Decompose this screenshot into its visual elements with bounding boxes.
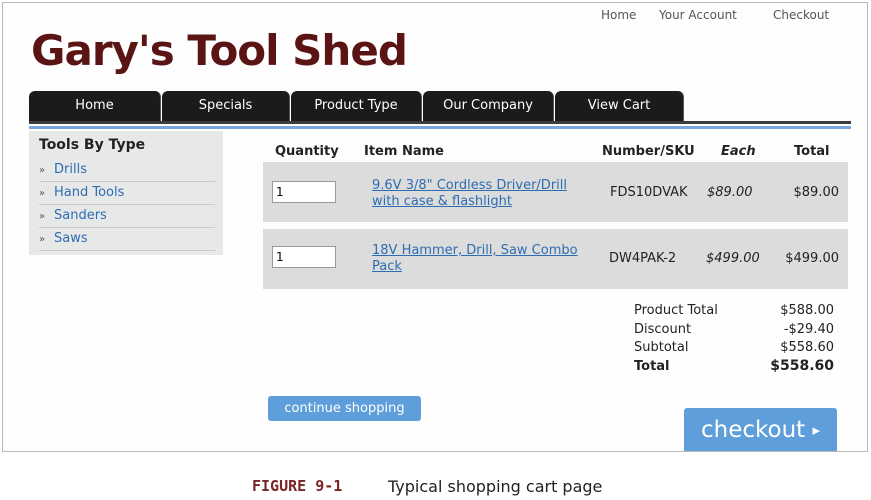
subtotal-value: $558.60 — [780, 340, 834, 355]
figure-caption-text: Typical shopping cart page — [388, 477, 603, 496]
discount-value: -$29.40 — [783, 322, 834, 337]
bullet-icon: » — [39, 211, 46, 222]
product-total-label: Product Total — [634, 303, 718, 318]
bullet-icon: » — [39, 234, 46, 245]
item-name-link[interactable]: 9.6V 3/8" Cordless Driver/Drill with cas… — [372, 178, 590, 210]
item-total-price: $499.00 — [785, 251, 839, 266]
quantity-input[interactable] — [272, 246, 336, 268]
sidebar-item-label: Drills — [54, 162, 87, 177]
subtotal-label: Subtotal — [634, 340, 689, 355]
discount-label: Discount — [634, 322, 692, 337]
top-link-home[interactable]: Home — [601, 8, 636, 22]
top-link-your-account[interactable]: Your Account — [659, 8, 737, 22]
sidebar-item-label: Sanders — [54, 208, 107, 223]
column-header-sku: Number/SKU — [602, 144, 695, 159]
sidebar-item-hand-tools[interactable]: » Hand Tools — [39, 182, 215, 205]
bullet-icon: » — [39, 188, 46, 199]
sidebar-item-label: Hand Tools — [54, 185, 125, 200]
item-sku: DW4PAK-2 — [609, 251, 677, 266]
nav-tab-product-type[interactable]: Product Type — [291, 91, 422, 121]
nav-divider-blue — [29, 126, 851, 129]
nav-tab-our-company[interactable]: Our Company — [423, 91, 554, 121]
column-header-each: Each — [721, 144, 756, 159]
column-header-quantity: Quantity — [275, 144, 339, 159]
column-header-total: Total — [794, 144, 830, 159]
nav-divider-dark — [29, 121, 851, 124]
sidebar-tools-by-type: Tools By Type » Drills » Hand Tools » Sande… — [29, 131, 223, 255]
sidebar-item-saws[interactable]: » Saws — [39, 228, 215, 251]
item-each-price: $499.00 — [706, 251, 760, 266]
sidebar-item-drills[interactable]: » Drills — [39, 159, 215, 182]
site-logo-title[interactable]: Gary's Tool Shed — [31, 26, 408, 75]
sidebar-heading: Tools By Type — [39, 137, 146, 153]
item-name-link[interactable]: 18V Hammer, Drill, Saw Combo Pack — [372, 243, 590, 275]
sidebar-item-label: Saws — [54, 231, 88, 246]
total-label: Total — [634, 359, 670, 374]
total-value: $558.60 — [770, 358, 834, 374]
cart-row: 18V Hammer, Drill, Saw Combo Pack DW4PAK… — [263, 229, 848, 289]
shopping-cart-page: Home Your Account Checkout Gary's Tool S… — [2, 2, 868, 452]
bullet-icon: » — [39, 165, 46, 176]
continue-shopping-button[interactable]: continue shopping — [268, 396, 421, 421]
sidebar-item-sanders[interactable]: » Sanders — [39, 205, 215, 228]
cart-row: 9.6V 3/8" Cordless Driver/Drill with cas… — [263, 162, 848, 222]
item-total-price: $89.00 — [793, 185, 840, 200]
column-header-item-name: Item Name — [364, 144, 444, 159]
nav-tab-view-cart[interactable]: View Cart — [555, 91, 684, 121]
arrow-right-icon: ▸ — [812, 421, 821, 439]
product-total-value: $588.00 — [780, 303, 834, 318]
nav-tab-specials[interactable]: Specials — [162, 91, 290, 121]
nav-tab-home[interactable]: Home — [29, 91, 161, 121]
item-each-price: $89.00 — [707, 185, 753, 200]
quantity-input[interactable] — [272, 181, 336, 203]
top-link-checkout[interactable]: Checkout — [773, 8, 829, 22]
figure-label: FIGURE 9-1 — [252, 477, 343, 495]
checkout-button[interactable]: checkout ▸ — [684, 408, 837, 451]
item-sku: FDS10DVAK — [610, 185, 688, 200]
checkout-button-label: checkout — [700, 417, 806, 443]
